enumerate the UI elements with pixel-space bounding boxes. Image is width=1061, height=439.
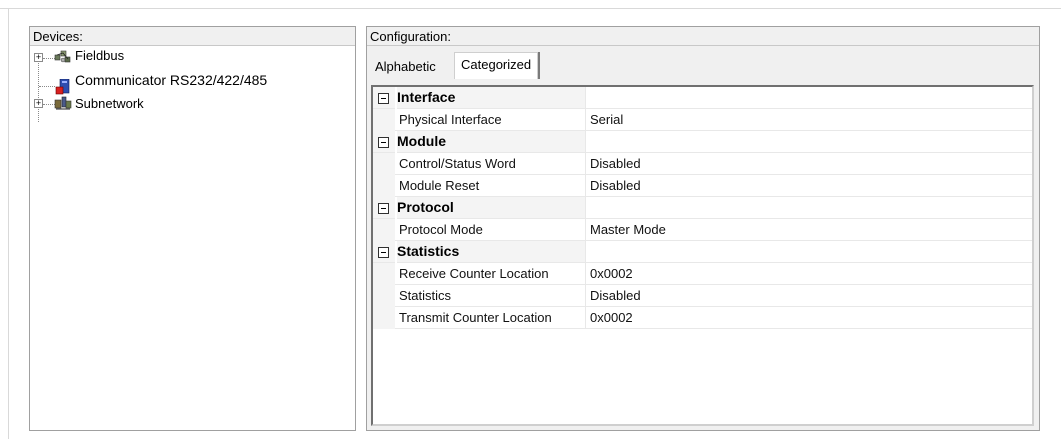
view-tabs: Alphabetic Categorized bbox=[367, 51, 1039, 79]
category-name: Module bbox=[397, 131, 585, 153]
property-name: Statistics bbox=[395, 285, 585, 307]
category-name: Protocol bbox=[397, 197, 585, 219]
expand-plus-icon[interactable]: + bbox=[34, 99, 43, 108]
category-row-statistics[interactable]: Statistics bbox=[373, 241, 1032, 263]
configuration-pane: Configuration: Alphabetic Categorized In… bbox=[366, 26, 1040, 431]
property-name: Transmit Counter Location bbox=[395, 307, 585, 329]
collapse-minus-icon[interactable] bbox=[378, 203, 389, 214]
property-row[interactable]: Statistics Disabled bbox=[373, 285, 1032, 307]
row-gutter bbox=[373, 109, 395, 131]
category-marker bbox=[373, 87, 395, 109]
property-value[interactable]: Disabled bbox=[585, 175, 1032, 197]
category-marker bbox=[373, 197, 395, 219]
tree-item-subnetwork[interactable]: + Subnetwork bbox=[30, 95, 350, 113]
devices-header: Devices: bbox=[30, 27, 355, 46]
property-row[interactable]: Physical Interface Serial bbox=[373, 109, 1032, 131]
tree-item-communicator[interactable]: Communicator RS232/422/485 bbox=[30, 68, 350, 95]
property-name: Physical Interface bbox=[395, 109, 585, 131]
row-gutter bbox=[373, 285, 395, 307]
collapse-minus-icon[interactable] bbox=[378, 137, 389, 148]
row-gutter bbox=[373, 153, 395, 175]
configuration-header: Configuration: bbox=[367, 27, 1039, 46]
category-marker bbox=[373, 131, 395, 153]
property-row[interactable]: Module Reset Disabled bbox=[373, 175, 1032, 197]
row-gutter bbox=[373, 219, 395, 241]
category-row-module[interactable]: Module bbox=[373, 131, 1032, 153]
expand-plus-icon[interactable]: + bbox=[34, 53, 43, 62]
tab-alphabetic[interactable]: Alphabetic bbox=[369, 55, 442, 79]
category-value-cell bbox=[585, 131, 1032, 153]
row-gutter bbox=[373, 263, 395, 285]
property-value[interactable]: Serial bbox=[585, 109, 1032, 131]
row-gutter bbox=[373, 175, 395, 197]
property-row[interactable]: Protocol Mode Master Mode bbox=[373, 219, 1032, 241]
property-row[interactable]: Receive Counter Location 0x0002 bbox=[373, 263, 1032, 285]
property-value[interactable]: 0x0002 bbox=[585, 263, 1032, 285]
property-value[interactable]: 0x0002 bbox=[585, 307, 1032, 329]
category-row-interface[interactable]: Interface bbox=[373, 87, 1032, 109]
property-value[interactable]: Disabled bbox=[585, 285, 1032, 307]
fieldbus-network-icon bbox=[54, 50, 71, 63]
subnetwork-icon bbox=[54, 96, 72, 110]
tree-connector bbox=[39, 86, 55, 87]
category-marker bbox=[373, 241, 395, 263]
property-name: Module Reset bbox=[395, 175, 585, 197]
communicator-device-icon bbox=[55, 79, 70, 95]
devices-pane: Devices: + Fieldbus Communicator RS232/4… bbox=[29, 26, 356, 431]
property-name: Protocol Mode bbox=[395, 219, 585, 241]
property-row[interactable]: Control/Status Word Disabled bbox=[373, 153, 1032, 175]
window-border-top bbox=[0, 8, 1061, 9]
property-row[interactable]: Transmit Counter Location 0x0002 bbox=[373, 307, 1032, 329]
category-name: Interface bbox=[397, 87, 585, 109]
tab-categorized[interactable]: Categorized bbox=[454, 52, 539, 79]
property-name: Receive Counter Location bbox=[395, 263, 585, 285]
category-value-cell bbox=[585, 241, 1032, 263]
tree-item-label: Subnetwork bbox=[75, 96, 144, 111]
collapse-minus-icon[interactable] bbox=[378, 247, 389, 258]
category-value-cell bbox=[585, 197, 1032, 219]
tree-item-label: Communicator RS232/422/485 bbox=[75, 72, 268, 88]
category-value-cell bbox=[585, 87, 1032, 109]
category-name: Statistics bbox=[397, 241, 585, 263]
tree-item-fieldbus[interactable]: + Fieldbus bbox=[30, 48, 350, 67]
window-border-left bbox=[8, 8, 9, 439]
property-grid: Interface Physical Interface Serial Modu… bbox=[371, 85, 1034, 426]
row-gutter bbox=[373, 307, 395, 329]
property-value[interactable]: Disabled bbox=[585, 153, 1032, 175]
property-value[interactable]: Master Mode bbox=[585, 219, 1032, 241]
category-row-protocol[interactable]: Protocol bbox=[373, 197, 1032, 219]
tree-item-label: Fieldbus bbox=[75, 48, 125, 63]
collapse-minus-icon[interactable] bbox=[378, 93, 389, 104]
property-name: Control/Status Word bbox=[395, 153, 585, 175]
